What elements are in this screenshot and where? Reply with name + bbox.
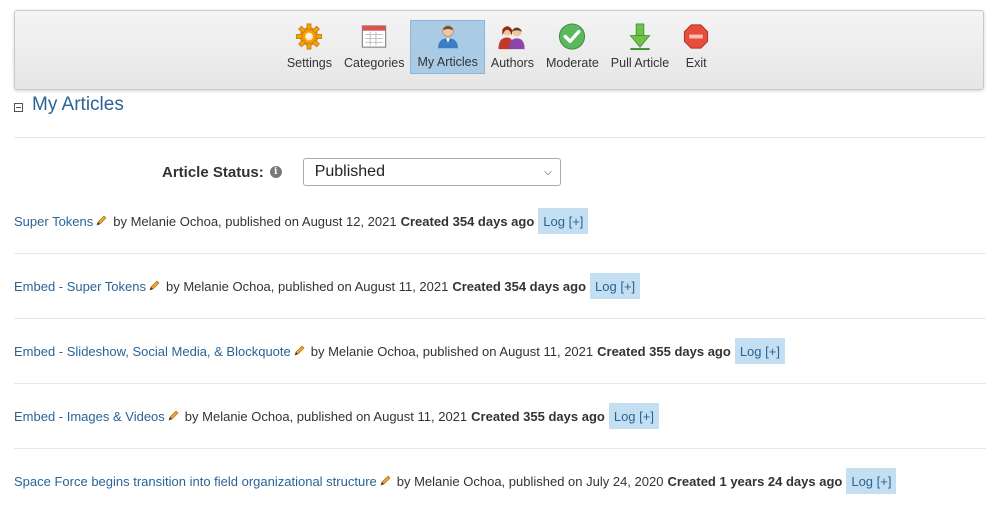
log-toggle[interactable]: Log [+] (734, 338, 785, 364)
article-created: Created 354 days ago (452, 278, 587, 294)
article-row: Embed - Super Tokens by Melanie Ochoa, p… (14, 273, 641, 299)
article-created: Created 355 days ago (597, 343, 731, 359)
log-toggle[interactable]: Log [+] (846, 468, 897, 494)
article-status-filter: Article Status: i Published ⌵ (162, 158, 561, 186)
toolbar-settings[interactable]: Settings (281, 20, 338, 74)
divider (14, 253, 986, 254)
article-title-link[interactable]: Super Tokens (14, 214, 93, 229)
article-created: Created 354 days ago (400, 213, 535, 229)
toolbar-settings-label: Settings (286, 56, 332, 70)
divider (14, 383, 986, 384)
log-toggle[interactable]: Log [+] (608, 403, 659, 429)
collapse-icon[interactable] (14, 102, 23, 112)
checkmark-icon (559, 23, 586, 50)
article-created: Created 1 years 24 days ago (667, 473, 843, 489)
user-icon (437, 25, 458, 49)
pencil-icon[interactable] (379, 475, 391, 487)
article-row: Embed - Images & Videos by Melanie Ochoa… (14, 403, 659, 429)
log-toggle[interactable]: Log [+] (538, 208, 589, 234)
article-meta: by Melanie Ochoa, published on August 11… (310, 343, 594, 359)
info-icon[interactable]: i (269, 166, 282, 178)
toolbar-moderate[interactable]: Moderate (540, 20, 605, 74)
toolbar-exit-label: Exit (685, 56, 707, 70)
article-row: Space Force begins transition into field… (14, 468, 897, 494)
pencil-icon[interactable] (167, 410, 179, 422)
toolbar-authors[interactable]: Authors (485, 20, 540, 74)
divider (14, 137, 986, 138)
calendar-icon (362, 25, 387, 48)
article-status-select[interactable]: Published ⌵ (302, 158, 561, 186)
gear-icon (296, 23, 323, 50)
toolbar-pull-article[interactable]: Pull Article (605, 20, 675, 74)
arrow-down-icon (629, 23, 651, 51)
toolbar-categories[interactable]: Categories (338, 20, 410, 74)
log-toggle[interactable]: Log [+] (590, 273, 641, 299)
authors-icon (498, 25, 526, 50)
divider (14, 318, 986, 319)
article-title-link[interactable]: Space Force begins transition into field… (14, 474, 377, 489)
page-title: My Articles (32, 94, 124, 115)
main-toolbar: Settings Categories My Articles Authors … (14, 10, 984, 90)
toolbar-categories-label: Categories (344, 56, 405, 70)
toolbar-authors-label: Authors (490, 56, 534, 70)
pencil-icon[interactable] (293, 345, 305, 357)
stop-icon (684, 24, 709, 49)
chevron-down-icon: ⌵ (544, 166, 552, 178)
toolbar-my-articles[interactable]: My Articles (410, 20, 485, 74)
article-status-label: Article Status: (162, 163, 264, 181)
article-meta: by Melanie Ochoa, published on August 11… (184, 408, 468, 424)
toolbar-pull-article-label: Pull Article (610, 56, 670, 70)
article-meta: by Melanie Ochoa, published on August 11… (166, 278, 449, 294)
divider (14, 448, 986, 449)
section-header: My Articles (14, 94, 124, 116)
article-title-link[interactable]: Embed - Super Tokens (14, 279, 146, 294)
toolbar-exit[interactable]: Exit (675, 20, 717, 74)
article-row: Embed - Slideshow, Social Media, & Block… (14, 338, 785, 364)
pencil-icon[interactable] (95, 215, 107, 227)
pencil-icon[interactable] (148, 280, 160, 292)
article-status-value: Published (314, 163, 385, 180)
article-row: Super Tokens by Melanie Ochoa, published… (14, 208, 589, 234)
article-title-link[interactable]: Embed - Images & Videos (14, 409, 165, 424)
article-title-link[interactable]: Embed - Slideshow, Social Media, & Block… (14, 344, 291, 359)
article-meta: by Melanie Ochoa, published on August 12… (113, 213, 397, 229)
article-created: Created 355 days ago (471, 408, 605, 424)
toolbar-my-articles-label: My Articles (417, 55, 478, 69)
toolbar-moderate-label: Moderate (545, 56, 599, 70)
article-meta: by Melanie Ochoa, published on July 24, … (396, 473, 664, 489)
